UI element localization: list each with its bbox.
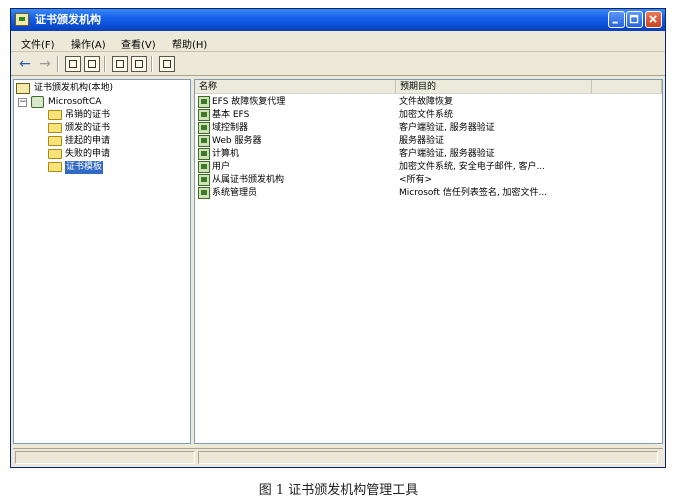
column-header-name[interactable]: 名称 <box>195 80 396 94</box>
close-button[interactable] <box>645 11 662 28</box>
column-header-filler <box>592 80 662 94</box>
tree-item-label: 颁发的证书 <box>65 123 111 133</box>
status-cell <box>15 451 195 464</box>
menu-file[interactable]: 文件(F) <box>21 36 55 51</box>
menu-help[interactable]: 帮助(H) <box>172 36 207 51</box>
template-purpose: 文件故障恢复 <box>399 97 454 107</box>
figure-caption: 图 1 证书颁发机构管理工具 <box>258 483 419 498</box>
close-icon <box>649 15 657 23</box>
template-name: 从属证书颁发机构 <box>212 175 285 185</box>
details-pane: 名称 预期目的 EFS 故障恢复代理 文件故障恢复 基本 EFS 加密文件系统 … <box>194 79 663 444</box>
list-item[interactable]: 系统管理员 Microsoft 信任列表签名, 加密文件... <box>195 187 662 200</box>
certificate-template-icon <box>198 109 210 121</box>
certificate-template-icon <box>198 122 210 134</box>
tree-item-label: 吊销的证书 <box>65 110 111 120</box>
certificate-template-icon <box>198 148 210 160</box>
tree-item-label: 失败的申请 <box>65 149 111 159</box>
certificate-template-icon <box>198 96 210 108</box>
collapse-icon[interactable]: − <box>18 98 27 107</box>
template-purpose: Microsoft 信任列表签名, 加密文件... <box>399 188 548 198</box>
certificate-template-icon <box>198 161 210 173</box>
folder-icon <box>48 123 62 133</box>
folder-icon <box>48 149 62 159</box>
template-purpose: 加密文件系统, 安全电子邮件, 客户... <box>399 162 546 172</box>
list-item[interactable]: 用户 加密文件系统, 安全电子邮件, 客户... <box>195 161 662 174</box>
list-item[interactable]: 域控制器 客户端验证, 服务器验证 <box>195 122 662 135</box>
tree-ca-label: MicrosoftCA <box>48 97 102 107</box>
minimize-button[interactable] <box>608 11 625 28</box>
help-icon[interactable] <box>159 56 175 72</box>
toolbar-separator <box>104 56 106 72</box>
refresh-icon[interactable] <box>112 56 128 72</box>
tree-root-label: 证书颁发机构(本地) <box>34 83 114 93</box>
template-purpose: 加密文件系统 <box>399 110 454 120</box>
tree-item-label: 挂起的申请 <box>65 136 111 146</box>
maximize-icon <box>629 14 639 24</box>
maximize-button[interactable] <box>626 11 643 28</box>
toolbar-separator <box>57 56 59 72</box>
template-purpose: 服务器验证 <box>399 136 445 146</box>
list-item[interactable]: EFS 故障恢复代理 文件故障恢复 <box>195 96 662 109</box>
minimize-icon <box>612 21 618 24</box>
list-item[interactable]: 计算机 客户端验证, 服务器验证 <box>195 148 662 161</box>
certificate-template-icon <box>198 135 210 147</box>
open-folder-icon <box>48 162 62 172</box>
template-name: 计算机 <box>212 149 240 159</box>
menu-view[interactable]: 查看(V) <box>121 36 156 51</box>
template-purpose: <所有> <box>399 175 433 185</box>
console-root-icon <box>16 83 30 94</box>
console-tree: 证书颁发机构(本地) − MicrosoftCA 吊销的证书 颁发的证书 挂起的… <box>13 79 191 444</box>
column-header-purpose[interactable]: 预期目的 <box>396 80 592 94</box>
template-name: 系统管理员 <box>212 188 258 198</box>
template-purpose: 客户端验证, 服务器验证 <box>399 149 495 159</box>
certificate-server-icon <box>31 96 44 108</box>
certificate-template-icon <box>198 187 210 199</box>
menu-action[interactable]: 操作(A) <box>71 36 106 51</box>
window-title: 证书颁发机构 <box>35 13 101 26</box>
menu-bar: 文件(F) 操作(A) 查看(V) 帮助(H) <box>11 33 665 52</box>
status-bar <box>13 448 663 465</box>
export-list-icon[interactable] <box>131 56 147 72</box>
certificate-template-icon <box>198 174 210 186</box>
template-name: Web 服务器 <box>212 136 262 146</box>
folder-icon <box>48 110 62 120</box>
template-name: EFS 故障恢复代理 <box>212 97 286 107</box>
certificate-authority-icon <box>15 13 29 26</box>
list-item[interactable]: 基本 EFS 加密文件系统 <box>195 109 662 122</box>
toolbar: ← → <box>11 53 665 76</box>
template-purpose: 客户端验证, 服务器验证 <box>399 123 495 133</box>
list-item[interactable]: Web 服务器 服务器验证 <box>195 135 662 148</box>
folder-icon <box>48 136 62 146</box>
tree-item-label-selected: 证书模板 <box>65 161 104 174</box>
mmc-window: 证书颁发机构 文件(F) 操作(A) 查看(V) 帮助(H) ← → 证书颁发机… <box>10 8 666 468</box>
up-level-icon[interactable] <box>65 56 81 72</box>
template-name: 基本 EFS <box>212 110 250 120</box>
list-item[interactable]: 从属证书颁发机构 <所有> <box>195 174 662 187</box>
show-hide-tree-icon[interactable] <box>84 56 100 72</box>
toolbar-separator <box>151 56 153 72</box>
status-cell <box>198 451 658 464</box>
template-name: 用户 <box>212 162 231 172</box>
template-name: 域控制器 <box>212 123 249 133</box>
back-arrow-icon[interactable]: ← <box>17 56 33 72</box>
forward-arrow-icon[interactable]: → <box>37 56 53 72</box>
title-bar[interactable]: 证书颁发机构 <box>11 9 665 31</box>
